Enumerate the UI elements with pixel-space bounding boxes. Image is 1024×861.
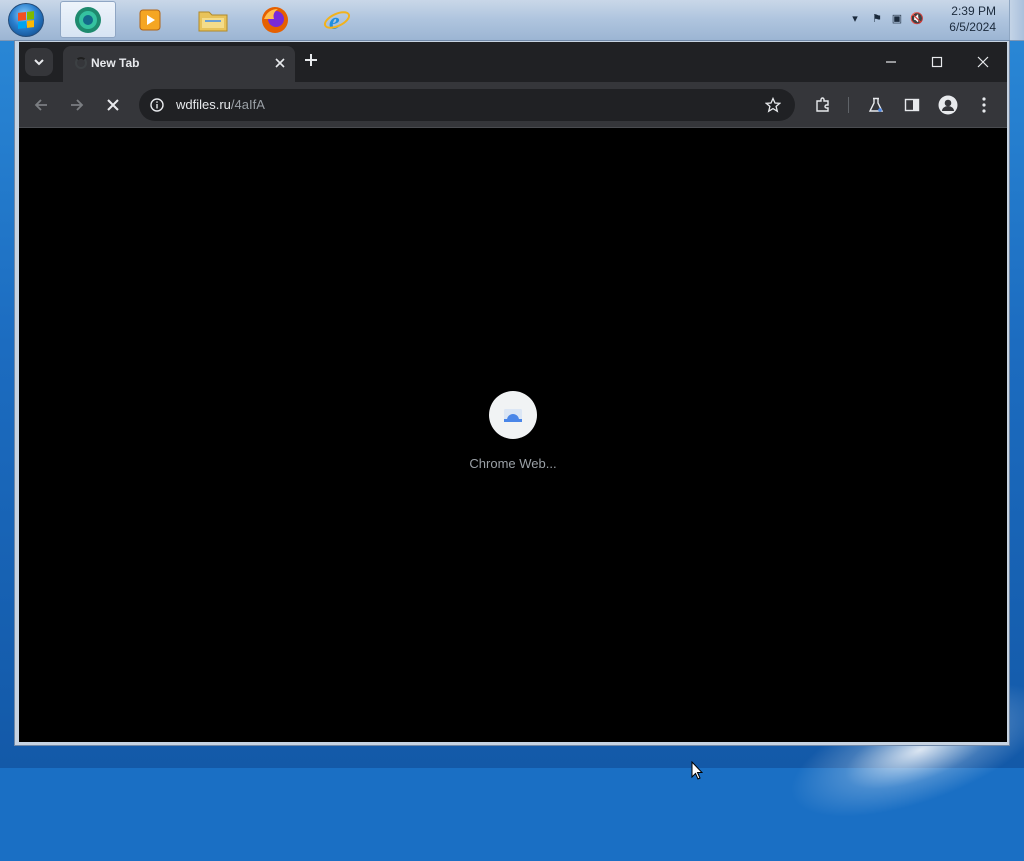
url-host: wdfiles.ru <box>176 97 231 112</box>
close-icon <box>977 56 989 68</box>
app-loading-icon <box>489 391 537 439</box>
side-panel-button[interactable] <box>898 91 926 119</box>
taskbar-firefox-button[interactable] <box>247 1 303 38</box>
action-center-flag-icon[interactable]: ⚑ <box>870 12 884 26</box>
show-hidden-icons-icon[interactable]: ▾ <box>848 12 862 26</box>
taskbar-chrome-button[interactable] <box>60 1 116 38</box>
system-tray: ▾ ⚑ ▣ 🔇 2:39 PM 6/5/2024 <box>834 0 1024 40</box>
internet-explorer-icon: e <box>323 9 351 35</box>
chrome-frame: New Tab wdfiles.ru/4aIfA Chrome Web... <box>19 42 1007 780</box>
media-player-icon <box>139 9 161 30</box>
toolbar-separator <box>848 97 849 113</box>
tab-close-button[interactable] <box>271 54 289 72</box>
browser-window: New Tab wdfiles.ru/4aIfA Chrome Web... <box>14 40 1010 780</box>
arrow-left-icon <box>34 99 47 111</box>
puzzle-icon <box>816 97 829 112</box>
tab-strip: New Tab <box>19 42 1007 82</box>
side-panel-icon <box>904 98 920 112</box>
plus-icon <box>305 54 317 66</box>
close-icon <box>107 99 119 111</box>
taskbar: e ▾ ⚑ ▣ 🔇 2:39 PM 6/5/2024 <box>0 0 1024 41</box>
arrow-right-icon <box>71 99 84 111</box>
stop-loading-button[interactable] <box>99 91 127 119</box>
loading-spinner-icon <box>75 57 87 69</box>
maximize-icon <box>931 56 943 68</box>
info-icon <box>150 98 164 112</box>
maximize-button[interactable] <box>917 48 957 76</box>
forward-button[interactable] <box>63 91 91 119</box>
tab-active[interactable]: New Tab <box>63 46 295 82</box>
firefox-icon <box>262 6 288 33</box>
taskbar-clock[interactable]: 2:39 PM 6/5/2024 <box>936 3 996 35</box>
close-icon <box>275 58 285 68</box>
more-vertical-icon <box>982 97 986 113</box>
address-bar[interactable]: wdfiles.ru/4aIfA <box>139 89 795 121</box>
tab-search-button[interactable] <box>25 48 53 76</box>
loading-app-label: Chrome Web... <box>469 456 557 471</box>
chrome-icon <box>75 6 101 33</box>
clock-date: 6/5/2024 <box>949 20 996 34</box>
chrome-menu-button[interactable] <box>970 91 998 119</box>
taskbar-media-player-button[interactable] <box>122 1 178 38</box>
site-info-button[interactable] <box>145 93 169 117</box>
minimize-button[interactable] <box>871 48 911 76</box>
folder-icon <box>198 11 228 31</box>
web-store-icon <box>504 409 522 422</box>
show-desktop-button[interactable] <box>1009 0 1024 40</box>
minimize-icon <box>886 61 896 63</box>
star-icon <box>765 97 781 113</box>
flask-icon <box>868 97 884 112</box>
taskbar-explorer-button[interactable] <box>185 1 241 38</box>
page-content: Chrome Web... <box>19 128 1007 780</box>
tab-title: New Tab <box>91 56 140 70</box>
browser-toolbar: wdfiles.ru/4aIfA <box>19 82 1007 128</box>
profile-button[interactable] <box>934 91 962 119</box>
network-icon[interactable]: ▣ <box>890 12 904 26</box>
chrome-labs-button[interactable] <box>862 91 890 119</box>
volume-muted-icon[interactable]: 🔇 <box>910 12 924 26</box>
new-tab-button[interactable] <box>299 50 323 74</box>
clock-time: 2:39 PM <box>951 4 996 18</box>
back-button[interactable] <box>27 91 55 119</box>
bookmark-star-button[interactable] <box>761 93 785 117</box>
windows-logo-icon <box>18 11 34 29</box>
url-path: /4aIfA <box>230 97 265 112</box>
avatar-icon <box>938 95 958 115</box>
window-close-button[interactable] <box>963 48 1003 76</box>
chevron-down-icon <box>34 59 44 66</box>
start-button[interactable] <box>8 3 44 37</box>
extensions-button[interactable] <box>809 91 837 119</box>
taskbar-ie-button[interactable]: e <box>309 1 365 38</box>
url-text[interactable]: wdfiles.ru/4aIfA <box>176 97 265 112</box>
mouse-cursor-icon <box>691 761 703 780</box>
